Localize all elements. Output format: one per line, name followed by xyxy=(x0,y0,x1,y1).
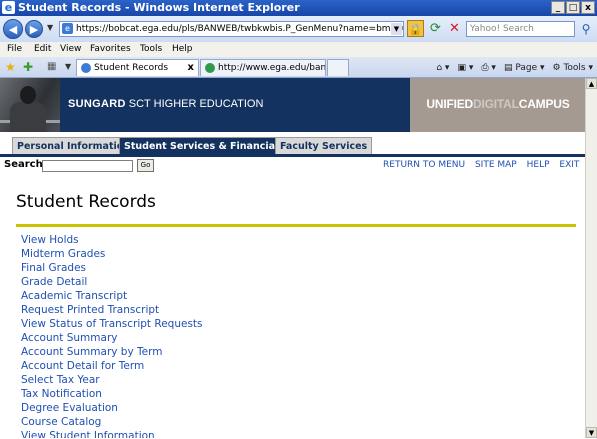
page-favicon-icon: e xyxy=(62,23,73,34)
search-magnifier-icon[interactable]: ⚲ xyxy=(577,20,595,38)
link-final-grades[interactable]: Final Grades xyxy=(21,261,203,275)
top-links: RETURN TO MENU SITE MAP HELP EXIT xyxy=(383,160,586,170)
lock-icon[interactable]: 🔒 xyxy=(407,20,424,37)
link-view-holds[interactable]: View Holds xyxy=(21,233,203,247)
ie-logo-icon: e xyxy=(2,1,15,14)
link-view-student-information[interactable]: View Student Information xyxy=(21,429,203,438)
exit-link[interactable]: EXIT xyxy=(559,160,579,170)
window-controls: _ □ x xyxy=(551,1,595,14)
tab-list-dropdown-icon[interactable]: ▼ xyxy=(65,60,71,74)
link-account-summary-by-term[interactable]: Account Summary by Term xyxy=(21,345,203,359)
scroll-up-icon[interactable]: ▲ xyxy=(586,78,597,89)
unified-digital-campus-logo: UNIFIEDDIGITALCAMPUS xyxy=(410,78,586,132)
link-request-printed-transcript[interactable]: Request Printed Transcript xyxy=(21,303,203,317)
menu-help[interactable]: Help xyxy=(172,42,193,57)
home-icon[interactable]: ⌂ ▾ xyxy=(436,60,449,76)
link-account-detail-for-term[interactable]: Account Detail for Term xyxy=(21,359,203,373)
web-search-input[interactable]: Yahoo! Search xyxy=(466,21,575,37)
go-button[interactable]: Go xyxy=(137,159,154,172)
address-input[interactable]: e https://bobcat.ega.edu/pls/BANWEB/twbkw… xyxy=(59,21,404,37)
sungard-logo: SUNGARD SCT HIGHER EDUCATION xyxy=(68,98,264,110)
link-midterm-grades[interactable]: Midterm Grades xyxy=(21,247,203,261)
menu-view[interactable]: View xyxy=(60,42,81,57)
close-tab-icon[interactable]: x xyxy=(188,60,194,76)
menu-favorites[interactable]: Favorites xyxy=(90,42,131,57)
history-dropdown-icon[interactable]: ▼ xyxy=(47,23,53,32)
page-menu-label: Page xyxy=(515,63,538,73)
site-search-row: Search Go RETURN TO MENU SITE MAP HELP E… xyxy=(0,158,586,176)
search-label: Search xyxy=(4,159,43,170)
browser-tab-label: Student Records xyxy=(94,63,169,73)
site-favicon-icon xyxy=(205,63,215,73)
return-to-menu-link[interactable]: RETURN TO MENU xyxy=(383,160,465,170)
title-divider xyxy=(16,224,576,227)
student-records-menu: View Holds Midterm Grades Final Grades G… xyxy=(21,233,203,438)
menu-edit[interactable]: Edit xyxy=(34,42,51,57)
browser-tab-ega[interactable]: http://www.ega.edu/banner... xyxy=(200,59,326,76)
link-degree-evaluation[interactable]: Degree Evaluation xyxy=(21,401,203,415)
site-nav-tabs: Personal Information Student Services & … xyxy=(0,136,586,157)
link-view-transcript-requests[interactable]: View Status of Transcript Requests xyxy=(21,317,203,331)
help-link[interactable]: HELP xyxy=(527,160,550,170)
browser-tab-label: http://www.ega.edu/banner... xyxy=(218,63,326,73)
tools-menu[interactable]: ⚙ Tools ▾ xyxy=(553,60,594,76)
site-map-link[interactable]: SITE MAP xyxy=(475,160,517,170)
favorites-star-icon[interactable]: ★ xyxy=(5,60,16,74)
link-tax-notification[interactable]: Tax Notification xyxy=(21,387,203,401)
tab-personal-information[interactable]: Personal Information xyxy=(12,137,136,154)
site-search-input[interactable] xyxy=(42,160,133,172)
minimize-button[interactable]: _ xyxy=(551,1,565,14)
tab-faculty-services[interactable]: Faculty Services xyxy=(275,137,373,154)
tab-list-icon[interactable]: ▦ xyxy=(47,60,56,74)
feeds-icon[interactable]: ▣ ▾ xyxy=(457,60,473,76)
browser-tab-student-records[interactable]: Student Records x xyxy=(76,59,199,76)
tools-menu-label: Tools xyxy=(563,63,586,73)
link-account-summary[interactable]: Account Summary xyxy=(21,331,203,345)
menu-file[interactable]: File xyxy=(7,42,22,57)
page-title: Student Records xyxy=(16,192,156,212)
refresh-icon[interactable]: ⟳ xyxy=(427,20,444,37)
banner-photo xyxy=(0,78,60,132)
link-academic-transcript[interactable]: Academic Transcript xyxy=(21,289,203,303)
address-url: https://bobcat.ega.edu/pls/BANWEB/twbkwb… xyxy=(76,24,403,34)
scroll-down-icon[interactable]: ▼ xyxy=(586,427,597,438)
link-select-tax-year[interactable]: Select Tax Year xyxy=(21,373,203,387)
page-viewport: SUNGARD SCT HIGHER EDUCATION UNIFIEDDIGI… xyxy=(0,78,586,438)
link-grade-detail[interactable]: Grade Detail xyxy=(21,275,203,289)
new-tab-button[interactable] xyxy=(327,59,349,76)
menu-tools[interactable]: Tools xyxy=(140,42,162,57)
vertical-scrollbar[interactable]: ▲ ▼ xyxy=(585,78,597,438)
window-title: Student Records - Windows Internet Explo… xyxy=(18,1,300,14)
sungard-banner: SUNGARD SCT HIGHER EDUCATION UNIFIEDDIGI… xyxy=(0,78,586,132)
menu-bar: File Edit View Favorites Tools Help xyxy=(0,42,597,58)
add-favorites-icon[interactable]: ✚ xyxy=(23,60,33,74)
stop-icon[interactable]: ✕ xyxy=(446,20,463,37)
ie-page-icon xyxy=(81,63,91,73)
forward-button[interactable]: ▶ xyxy=(25,20,43,38)
maximize-button[interactable]: □ xyxy=(566,1,580,14)
back-button[interactable]: ◀ xyxy=(3,19,23,39)
link-course-catalog[interactable]: Course Catalog xyxy=(21,415,203,429)
command-bar: ⌂ ▾ ▣ ▾ ⎙ ▾ ▤ Page ▾ ⚙ Tools ▾ xyxy=(436,60,593,76)
window-title-bar: e Student Records - Windows Internet Exp… xyxy=(0,0,597,16)
address-dropdown-icon[interactable]: ▼ xyxy=(391,23,402,35)
close-window-button[interactable]: x xyxy=(581,1,595,14)
address-bar-row: ◀ ▶ ▼ e https://bobcat.ega.edu/pls/BANWEB… xyxy=(0,16,597,42)
print-icon[interactable]: ⎙ ▾ xyxy=(481,60,496,76)
page-menu[interactable]: ▤ Page ▾ xyxy=(504,60,545,76)
